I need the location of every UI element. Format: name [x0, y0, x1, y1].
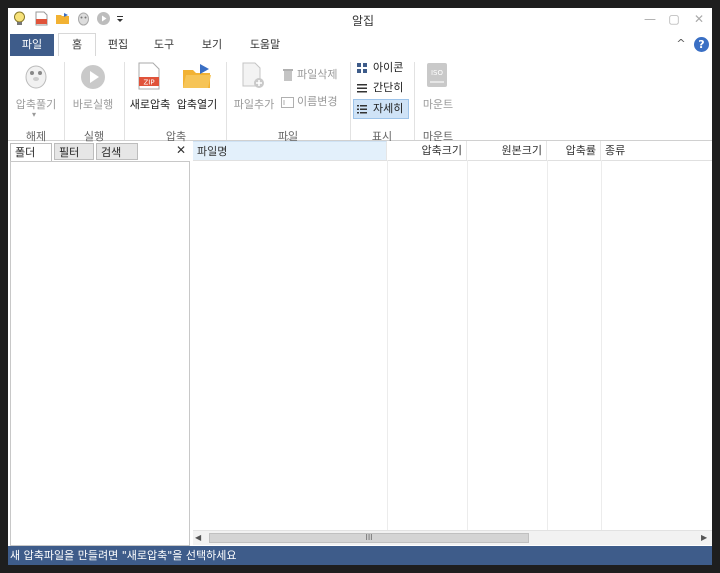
zip-icon[interactable]	[34, 11, 49, 26]
grid-icon	[357, 63, 367, 73]
group-label-compress: 압축	[165, 130, 187, 143]
minimize-button[interactable]: —	[640, 10, 660, 28]
close-panel-icon[interactable]: ✕	[176, 143, 188, 157]
close-button[interactable]: ✕	[689, 10, 709, 28]
mascot-icon[interactable]	[76, 11, 91, 26]
file-list-body[interactable]	[193, 161, 712, 530]
help-icon[interactable]: ?	[694, 37, 709, 52]
scroll-thumb[interactable]: III	[209, 533, 529, 543]
app-window: 알집 — ▢ ✕ 파일 홈 편집 도구 보기 도움말 ^ ? 압축풀기 ▾ 해제…	[8, 8, 712, 565]
delete-file-button[interactable]: 파일삭제	[297, 66, 337, 84]
column-original-size[interactable]: 원본크기	[467, 141, 547, 160]
sort-ascending-icon: ^	[285, 137, 292, 146]
iso-label: ISO	[431, 69, 444, 77]
add-file-button[interactable]: 파일추가	[230, 96, 278, 112]
tab-filter[interactable]: 필터	[54, 143, 94, 160]
side-panel-tabs: 폴더 필터 검색 ✕	[10, 143, 190, 162]
file-list-header: 파일명 ^ 압축크기 원본크기 압축률 종류	[193, 137, 712, 161]
tab-file[interactable]: 파일	[10, 34, 54, 56]
scroll-left-icon[interactable]: ◀	[195, 533, 201, 542]
mount-button[interactable]: 마운트	[418, 96, 458, 112]
horizontal-scrollbar[interactable]: ◀ III ▶	[193, 530, 712, 545]
rename-button[interactable]: 이름변경	[297, 93, 337, 111]
view-details-button[interactable]: 자세히	[373, 100, 403, 118]
column-type[interactable]: 종류	[601, 141, 712, 160]
maximize-button[interactable]: ▢	[664, 10, 684, 28]
tab-home[interactable]: 홈	[58, 33, 96, 57]
svg-text:ZIP: ZIP	[143, 79, 154, 87]
tab-search[interactable]: 검색	[96, 143, 138, 160]
rename-icon	[281, 97, 294, 108]
iso-drive-icon: ISO	[426, 62, 448, 88]
zip-new-icon: ZIP	[138, 62, 160, 90]
status-bar: 새 압축파일을 만들려면 "새로압축"을 선택하세요	[8, 546, 712, 565]
column-compressed-size[interactable]: 압축크기	[387, 141, 467, 160]
separator	[64, 62, 65, 140]
list-icon	[357, 83, 367, 93]
column-ratio[interactable]: 압축률	[547, 141, 601, 160]
view-simple-button[interactable]: 간단히	[373, 79, 403, 97]
trash-icon	[282, 68, 294, 82]
bulb-icon[interactable]	[12, 11, 27, 26]
run-play-icon	[80, 64, 106, 90]
separator	[414, 62, 415, 140]
new-zip-button[interactable]: 새로압축	[128, 96, 172, 112]
separator	[226, 62, 227, 140]
group-label-extract: 해제	[25, 130, 47, 143]
view-icons-button[interactable]: 아이콘	[373, 59, 403, 77]
extract-dropdown-icon[interactable]: ▾	[32, 110, 36, 119]
open-zip-button[interactable]: 압축열기	[174, 96, 220, 112]
separator	[124, 62, 125, 140]
details-icon	[357, 104, 367, 114]
tab-tools[interactable]: 도구	[146, 34, 182, 56]
customize-icon[interactable]	[115, 11, 125, 26]
open-zip-folder-icon	[182, 62, 212, 90]
run-button[interactable]: 바로실행	[68, 96, 118, 112]
collapse-ribbon-icon[interactable]: ^	[674, 37, 688, 51]
scroll-right-icon[interactable]: ▶	[701, 533, 707, 542]
window-title: 알집	[351, 14, 375, 28]
tab-help[interactable]: 도움말	[242, 34, 288, 56]
tab-folder[interactable]: 폴더	[10, 143, 52, 162]
folder-tree[interactable]	[10, 161, 190, 546]
folder-open-icon[interactable]	[55, 11, 70, 26]
separator	[350, 62, 351, 140]
tab-view[interactable]: 보기	[194, 34, 230, 56]
ribbon: 압축풀기 ▾ 해제 바로실행 실행 ZIP 새로압축 압축열기 압축 파일추가 …	[8, 56, 712, 143]
play-icon[interactable]	[96, 11, 111, 26]
tab-edit[interactable]: 편집	[100, 34, 136, 56]
mascot-extract-icon	[22, 60, 50, 90]
add-file-icon	[242, 62, 266, 90]
title-bar: 알집 — ▢ ✕	[8, 8, 712, 32]
ribbon-tabs: 파일 홈 편집 도구 보기 도움말 ^ ?	[8, 33, 712, 57]
group-label-run: 실행	[83, 130, 105, 143]
